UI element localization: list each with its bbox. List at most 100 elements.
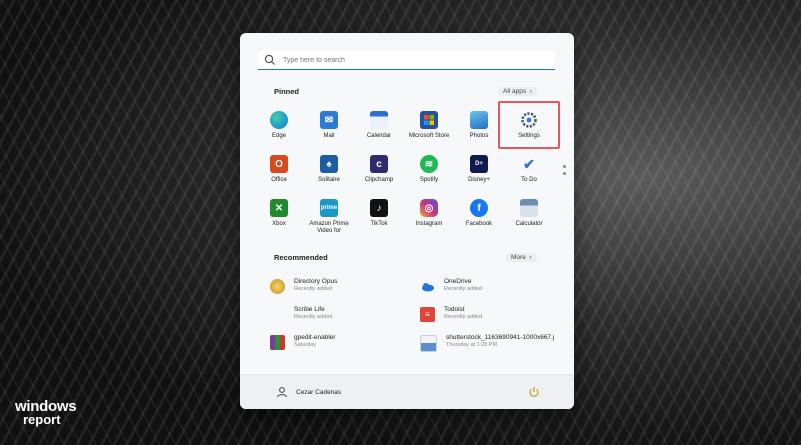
windows-report-logo: windows report [15,399,77,426]
tiktok-icon: ♪ [370,199,388,217]
app-label: Amazon Prime Video for [309,221,349,234]
app-facebook[interactable]: f Facebook [454,195,504,239]
app-label: TikTok [370,221,388,227]
recommended-item-name: gpedit-enabler [294,334,336,341]
app-label: Calendar [366,133,392,139]
app-label: Calculator [515,221,543,227]
directory-opus-icon [270,279,285,294]
app-label: Microsoft Store [408,133,450,139]
recommended-item-shutterstock[interactable]: shutterstock_1163690941-1000x667.j Thurs… [420,334,560,362]
power-icon[interactable] [528,386,540,398]
start-footer: Cezar Cadenas [240,374,574,409]
app-amazon-prime-video[interactable]: prime Amazon Prime Video for [304,195,354,239]
recommended-item-subtitle: Recently added [444,286,483,292]
clipchamp-icon: c [370,155,388,173]
app-instagram[interactable]: ◎ Instagram [404,195,454,239]
all-apps-label: All apps [503,88,527,95]
onedrive-icon [420,279,435,294]
app-label: Disney+ [468,177,490,183]
page-dot [563,165,566,168]
recommended-list: Directory Opus Recently added OneDrive R… [270,278,560,362]
app-photos[interactable]: Photos [454,107,504,151]
user-account-button[interactable]: Cezar Cadenas [276,386,341,398]
pinned-title: Pinned [274,87,300,96]
recommended-item-name: Todoist [444,306,465,313]
recommended-title: Recommended [274,253,328,262]
recommended-item-subtitle: Recently added [294,314,333,320]
recommended-item-subtitle: Saturday [294,342,317,348]
mail-icon: ✉ [320,111,338,129]
app-label: Office [271,177,287,183]
recommended-item-name: Scribe Life [294,306,325,313]
app-label: Facebook [465,221,493,227]
app-label: Instagram [415,221,443,227]
app-xbox[interactable]: ✕ Xbox [254,195,304,239]
app-to-do[interactable]: ✔ To Do [504,151,554,195]
pinned-apps-grid: Edge ✉ Mail Calendar Microsoft Store Pho… [254,101,560,239]
app-label: Solitaire [318,177,340,183]
app-calculator[interactable]: Calculator [504,195,554,239]
start-menu: Pinned All apps › Edge ✉ Mail Calendar M… [240,33,574,409]
app-label: Mail [323,133,335,139]
recommended-item-onedrive[interactable]: OneDrive Recently added [420,278,560,306]
recommended-item-name: Directory Opus [294,278,338,285]
chevron-right-icon: › [527,88,532,95]
instagram-icon: ◎ [420,199,438,217]
recommended-item-subtitle: Recently added [444,314,483,320]
more-button[interactable]: More › [506,253,537,262]
more-label: More [511,254,526,261]
page-dot [563,172,566,175]
app-label: Photos [469,133,489,139]
user-name: Cezar Cadenas [296,388,342,396]
all-apps-button[interactable]: All apps › [498,87,537,96]
app-label: To Do [521,177,537,183]
app-microsoft-store[interactable]: Microsoft Store [404,107,454,151]
todo-icon: ✔ [523,155,535,172]
store-icon [420,111,438,129]
solitaire-icon: ♠ [320,155,338,173]
todoist-icon: ≡ [420,307,435,322]
settings-icon [520,111,538,129]
app-disney-plus[interactable]: D+ Disney+ [454,151,504,195]
recommended-item-subtitle: Recently added [294,286,333,292]
app-clipchamp[interactable]: c Clipchamp [354,151,404,195]
edge-icon [270,111,288,129]
app-label: Xbox [272,221,286,227]
photos-icon [470,111,488,129]
app-label: Edge [271,133,286,139]
search-icon [264,54,275,65]
scribe-life-icon [270,307,285,322]
recommended-item-directory-opus[interactable]: Directory Opus Recently added [270,278,420,306]
app-label: Settings [518,133,540,139]
recommended-item-todoist[interactable]: ≡ Todoist Recently added [420,306,560,334]
spotify-icon: ≋ [420,155,438,173]
app-settings[interactable]: Settings [498,101,560,151]
app-solitaire[interactable]: ♠ Solitaire [304,151,354,195]
app-spotify[interactable]: ≋ Spotify [404,151,454,195]
xbox-icon: ✕ [270,199,288,217]
recommended-item-name: OneDrive [444,278,472,285]
recommended-item-subtitle: Thursday at 1:28 PM [446,342,498,348]
search-box[interactable] [258,51,555,70]
recommended-item-scribe-life[interactable]: Scribe Life Recently added [270,306,420,334]
app-calendar[interactable]: Calendar [354,107,404,151]
pinned-page-indicator[interactable] [563,165,566,175]
disney-icon: D+ [470,155,488,173]
app-tiktok[interactable]: ♪ TikTok [354,195,404,239]
app-mail[interactable]: ✉ Mail [304,107,354,151]
prime-video-icon: prime [320,199,338,217]
app-office[interactable]: O Office [254,151,304,195]
app-label: Clipchamp [364,177,394,183]
app-edge[interactable]: Edge [254,107,304,151]
office-icon: O [270,155,288,173]
facebook-icon: f [470,199,488,217]
chevron-right-icon: › [527,254,532,261]
recommended-item-gpedit-enabler[interactable]: gpedit-enabler Saturday [270,334,420,362]
recommended-item-name: shutterstock_1163690941-1000x667.j [446,334,555,341]
winrar-icon [270,335,285,350]
user-icon [277,387,287,398]
calendar-icon [370,111,388,129]
calculator-icon [520,199,538,217]
search-input[interactable] [281,55,525,65]
image-file-icon [420,335,437,352]
